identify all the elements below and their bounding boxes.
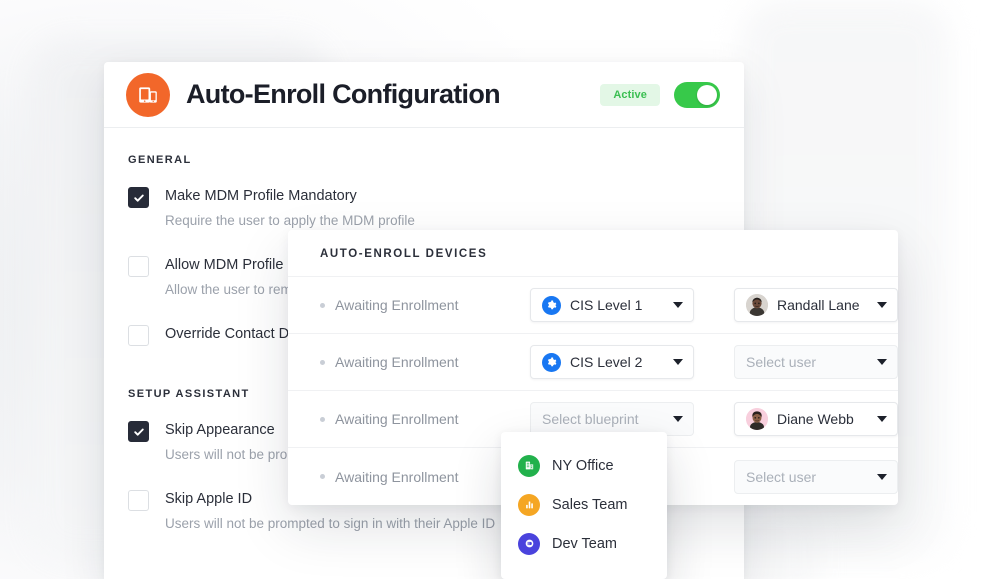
checkbox-make-mdm-profile-mandatory[interactable] <box>128 187 149 208</box>
checkbox-skip-appearance[interactable] <box>128 421 149 442</box>
option-title: Make MDM Profile Mandatory <box>165 188 357 204</box>
user-select-row-2[interactable]: Select user <box>734 345 898 379</box>
blueprint-placeholder: Select blueprint <box>542 411 639 427</box>
gear-icon <box>542 295 561 315</box>
option-text: Make MDM Profile Mandatory Require the u… <box>165 186 415 231</box>
menu-item-sales-team[interactable]: Sales Team <box>501 485 667 524</box>
card-header: Auto-Enroll Configuration Active <box>104 62 744 128</box>
device-status-label: Awaiting Enrollment <box>335 354 459 370</box>
devices-icon <box>126 72 170 117</box>
device-status-label: Awaiting Enrollment <box>335 468 459 485</box>
option-description: Users will not be prompted to sign in wi… <box>165 516 496 531</box>
status-dot-icon <box>320 302 325 308</box>
table-row: Awaiting Enrollment CIS Level 1 Randall … <box>288 277 898 334</box>
option-description: Require the user to apply the MDM profil… <box>165 213 415 228</box>
blueprint-value: CIS Level 2 <box>570 354 643 370</box>
chevron-down-icon <box>877 473 887 480</box>
table-row: Awaiting Enrollment CIS Level 2 Select u… <box>288 334 898 391</box>
device-status-label: Awaiting Enrollment <box>335 297 459 313</box>
user-placeholder: Select user <box>746 354 817 370</box>
avatar-diane-webb <box>746 408 768 430</box>
status-badge: Active <box>600 83 660 106</box>
gear-icon <box>542 352 561 372</box>
header-controls: Active <box>600 81 720 108</box>
status-dot-icon <box>320 359 325 365</box>
active-toggle[interactable] <box>674 81 720 108</box>
menu-item-label: Dev Team <box>552 535 618 552</box>
avatar-randall-lane <box>746 294 768 316</box>
menu-item-label: Sales Team <box>552 496 628 513</box>
chevron-down-icon <box>673 302 683 308</box>
device-status: Awaiting Enrollment <box>320 411 520 427</box>
blueprint-value: CIS Level 1 <box>570 297 643 313</box>
checkbox-allow-mdm-profile-removal[interactable] <box>128 256 149 277</box>
toggle-knob <box>697 84 717 105</box>
blueprint-dropdown-menu: NY Office Sales Team Dev Team <box>501 432 667 579</box>
checkbox-override-contact-details[interactable] <box>128 325 149 346</box>
user-placeholder: Select user <box>746 468 817 485</box>
user-select-row-3[interactable]: Diane Webb <box>734 402 898 436</box>
status-dot-icon <box>320 474 325 479</box>
chevron-down-icon <box>877 416 887 422</box>
device-status: Awaiting Enrollment <box>320 469 520 485</box>
menu-item-label: NY Office <box>552 457 614 474</box>
device-status: Awaiting Enrollment <box>320 297 520 313</box>
device-status-label: Awaiting Enrollment <box>335 411 459 427</box>
blueprint-select-row-1[interactable]: CIS Level 1 <box>530 288 694 322</box>
blueprint-select-row-3[interactable]: Select blueprint <box>530 402 694 436</box>
user-select-row-4[interactable]: Select user <box>734 459 898 494</box>
menu-item-ny-office[interactable]: NY Office <box>501 446 667 485</box>
chevron-down-icon <box>673 359 683 365</box>
chevron-down-icon <box>877 359 887 365</box>
user-value: Diane Webb <box>777 411 854 427</box>
section-label-general: GENERAL <box>128 154 192 166</box>
chevron-down-icon <box>673 416 683 422</box>
option-row-make-mdm-profile-mandatory[interactable]: Make MDM Profile Mandatory Require the u… <box>128 186 720 231</box>
status-dot-icon <box>320 416 325 422</box>
building-icon <box>518 454 540 477</box>
page-title: Auto-Enroll Configuration <box>186 79 501 109</box>
code-icon <box>518 532 540 555</box>
devices-panel-title: AUTO-ENROLL DEVICES <box>288 230 898 277</box>
blueprint-select-row-2[interactable]: CIS Level 2 <box>530 345 694 379</box>
barchart-icon <box>518 493 540 516</box>
screen-root: Auto-Enroll Configuration Active GENERAL… <box>0 0 1000 579</box>
user-select-row-1[interactable]: Randall Lane <box>734 288 898 322</box>
checkbox-skip-apple-id[interactable] <box>128 490 149 511</box>
device-status: Awaiting Enrollment <box>320 354 520 370</box>
menu-item-dev-team[interactable]: Dev Team <box>501 524 667 563</box>
user-value: Randall Lane <box>777 297 860 313</box>
chevron-down-icon <box>877 302 887 308</box>
